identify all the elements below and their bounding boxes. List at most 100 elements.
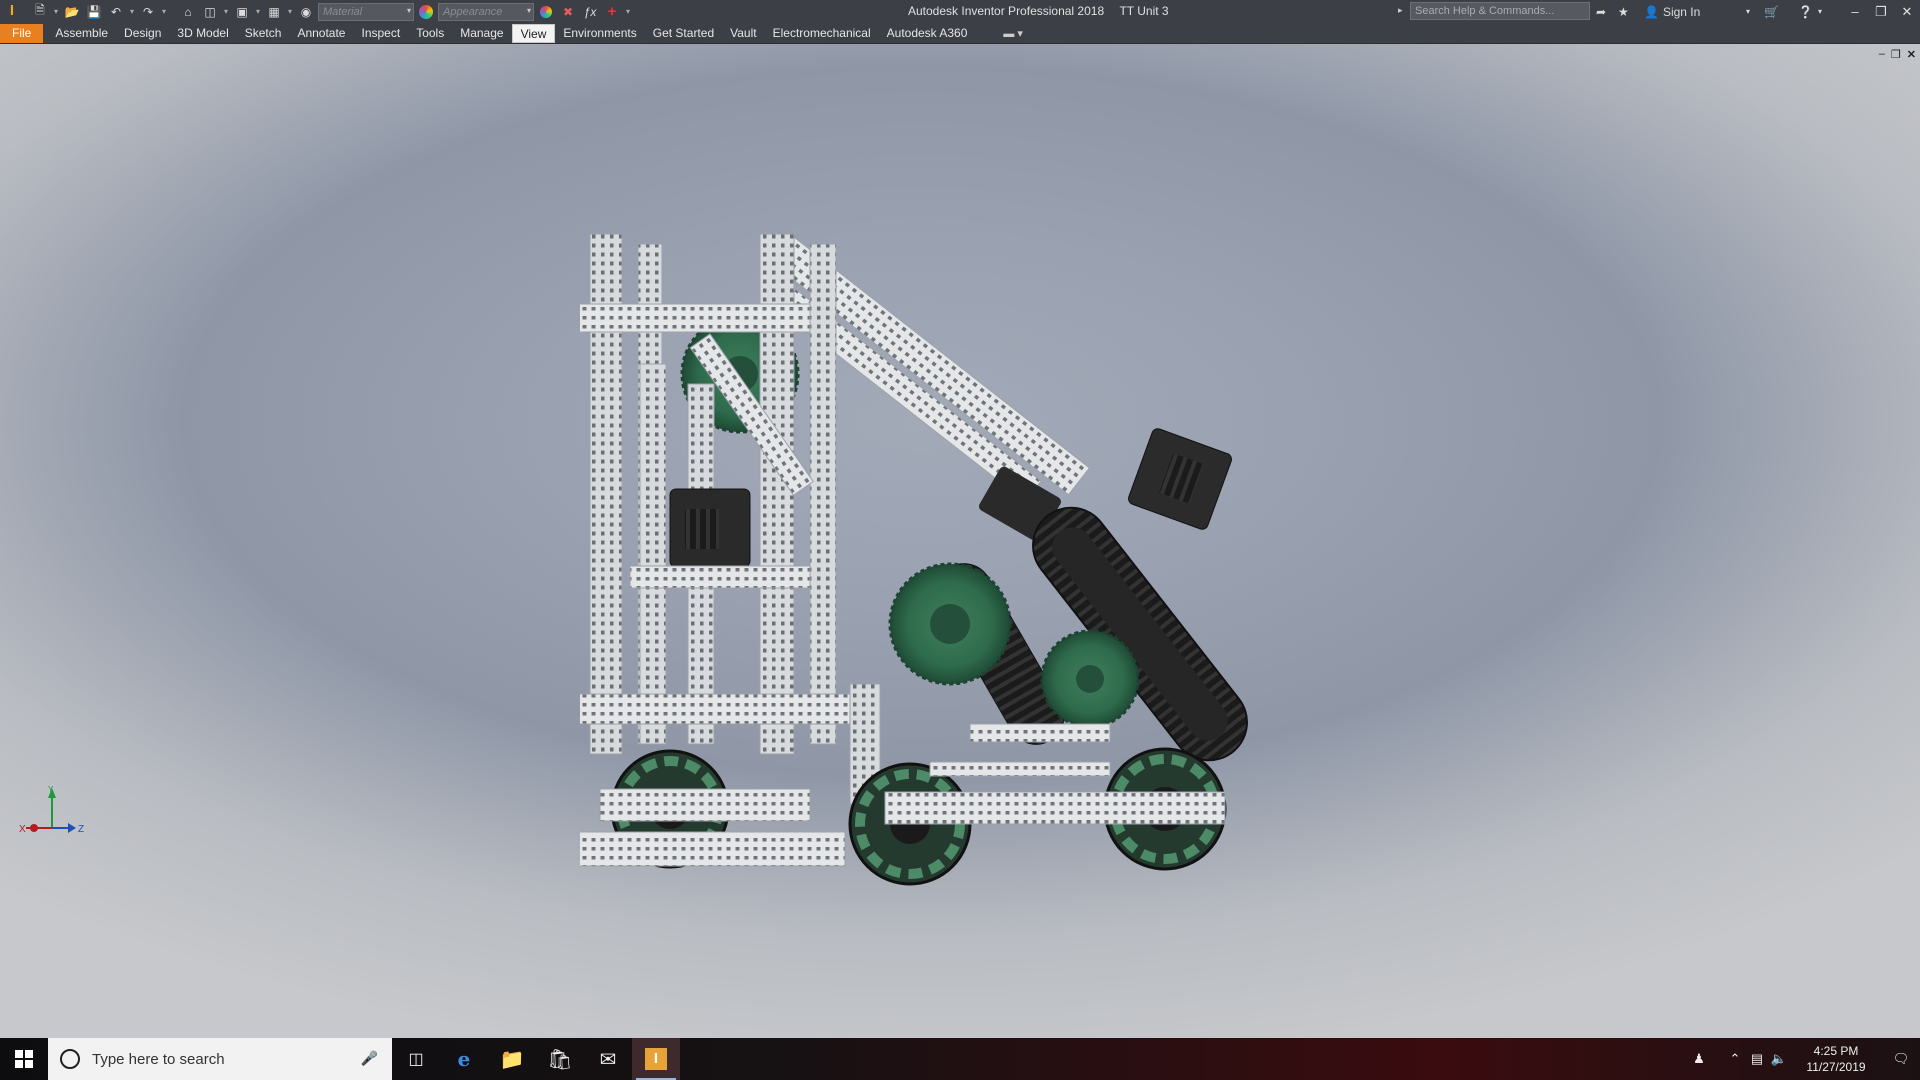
restore-icon[interactable]: ❐ [1868, 0, 1894, 23]
redo-dropdown[interactable]: ▾ [160, 2, 168, 21]
material-combo-label: Material [323, 5, 363, 18]
inventor-logo-icon[interactable]: I [4, 1, 20, 21]
tab-inspect[interactable]: Inspect [353, 24, 408, 43]
tab-get-started[interactable]: Get Started [645, 24, 722, 43]
taskbar-search-box[interactable]: Type here to search 🎤 [48, 1038, 392, 1080]
tab-manage[interactable]: Manage [452, 24, 511, 43]
tab-assemble[interactable]: Assemble [47, 24, 116, 43]
start-button[interactable] [0, 1038, 48, 1080]
select-icon[interactable]: ▣ [232, 2, 252, 21]
robot-assembly-model[interactable] [580, 214, 1320, 904]
appearance-icon[interactable] [416, 2, 436, 21]
new-dropdown[interactable]: ▾ [52, 2, 60, 21]
user-icon: 👤 [1644, 4, 1659, 19]
minimize-icon[interactable]: – [1842, 0, 1868, 23]
volume-icon[interactable]: 🔈 [1768, 1051, 1790, 1067]
window-controls: – ❐ ✕ [1842, 0, 1920, 23]
doc-minimize-icon[interactable]: – [1879, 48, 1885, 61]
adjust-appearance-icon[interactable] [536, 2, 556, 21]
quick-access-toolbar: 🗎 ▾ 📂 💾 ↶ ▾ ↷ ▾ ⌂ ◫ ▾ ▣ ▾ ▦ ▾ ◉ Material… [30, 0, 632, 23]
mic-icon[interactable]: 🎤 [361, 1050, 378, 1067]
notification-icon[interactable]: 🗨 [1882, 1038, 1920, 1080]
open-icon[interactable]: 📂 [62, 2, 82, 21]
redo-icon[interactable]: ↷ [138, 2, 158, 21]
save-icon[interactable]: 💾 [84, 2, 104, 21]
app-name: Autodesk Inventor Professional 2018 [908, 4, 1105, 18]
chassis-rail-middle [599, 788, 811, 822]
fx-icon[interactable]: ƒx [580, 2, 600, 21]
chevron-up-icon[interactable]: ⌃ [1724, 1051, 1746, 1067]
close-icon[interactable]: ✕ [1894, 0, 1920, 23]
ribbon-tab-bar: File Assemble Design 3D Model Sketch Ann… [0, 23, 1920, 44]
customize-dropdown[interactable]: ▾ [624, 2, 632, 21]
x-axis-label: X [19, 824, 26, 835]
exchange-icon[interactable]: ➦ [1596, 0, 1606, 23]
design-doctor-icon[interactable]: ▦ [264, 2, 284, 21]
motor-upper-right [1128, 428, 1232, 530]
select-dropdown[interactable]: ▾ [254, 2, 262, 21]
undo-icon[interactable]: ↶ [106, 2, 126, 21]
tab-3d-model[interactable]: 3D Model [169, 24, 236, 43]
sign-in-label: Sign In [1662, 4, 1701, 19]
tab-autodesk-a360[interactable]: Autodesk A360 [879, 24, 976, 43]
graphics-window[interactable]: – ❐ ✕ X Y Z [0, 44, 1920, 1038]
new-icon[interactable]: 🗎 [30, 2, 50, 21]
color-wheel-icon[interactable]: ◉ [296, 2, 316, 21]
chevron-down-icon: ▾ [526, 5, 531, 15]
y-axis-label: Y [48, 785, 54, 794]
material-combo[interactable]: Material ▾ [318, 2, 414, 21]
chassis-rail-bottom [580, 831, 846, 867]
windows-icon [15, 1050, 33, 1068]
tab-vault[interactable]: Vault [722, 24, 764, 43]
design-doctor-dropdown[interactable]: ▾ [286, 2, 294, 21]
tab-view[interactable]: View [511, 23, 556, 43]
tab-design[interactable]: Design [116, 24, 169, 43]
base-rail-upper [580, 693, 856, 725]
system-tray: ♟ ⌃ ▤ 🔈 4:25 PM 11/27/2019 🗨 [1688, 1038, 1920, 1080]
clear-override-icon[interactable]: ✖ [558, 2, 578, 21]
cart-icon[interactable]: 🛒 [1764, 0, 1779, 23]
tab-electromechanical[interactable]: Electromechanical [765, 24, 879, 43]
edge-icon[interactable]: e [440, 1038, 488, 1080]
z-axis-label: Z [78, 824, 84, 835]
ribbon-display-toggle-icon[interactable]: ▬ ▾ [1003, 27, 1023, 40]
search-expand-icon[interactable]: ▸ [1398, 5, 1403, 16]
tab-sketch[interactable]: Sketch [237, 24, 290, 43]
appearance-combo[interactable]: Appearance ▾ [438, 2, 534, 21]
help-search-input[interactable]: Search Help & Commands... [1410, 2, 1590, 20]
tab-annotate[interactable]: Annotate [289, 24, 353, 43]
add-icon[interactable]: + [602, 2, 622, 21]
store-icon[interactable]: 🛍 [536, 1038, 584, 1080]
chassis-rail-right [884, 791, 1226, 825]
clock-date: 11/27/2019 [1806, 1060, 1866, 1074]
sign-in-button[interactable]: 👤 Sign In [1644, 0, 1700, 23]
tab-environments[interactable]: Environments [555, 24, 644, 43]
windows-taskbar: Type here to search 🎤 ◫ e 📁 🛍 ✉ I ♟ ⌃ ▤ … [0, 1038, 1920, 1080]
clock[interactable]: 4:25 PM 11/27/2019 [1796, 1043, 1876, 1075]
star-icon[interactable]: ★ [1618, 0, 1629, 23]
task-view-icon[interactable]: ◫ [392, 1038, 440, 1080]
update-icon[interactable]: ◫ [200, 2, 220, 21]
mail-icon[interactable]: ✉ [584, 1038, 632, 1080]
top-crossbar [580, 303, 811, 333]
explorer-icon[interactable]: 📁 [488, 1038, 536, 1080]
update-dropdown[interactable]: ▾ [222, 2, 230, 21]
network-icon[interactable]: ▤ [1746, 1051, 1768, 1067]
clock-time: 4:25 PM [1813, 1044, 1859, 1058]
home-icon[interactable]: ⌂ [178, 2, 198, 21]
sign-in-dropdown[interactable]: ▾ [1746, 0, 1750, 23]
help-icon[interactable]: ❔ [1798, 0, 1813, 23]
help-dropdown[interactable]: ▾ [1818, 0, 1822, 23]
doc-close-icon[interactable]: ✕ [1907, 48, 1916, 61]
title-bar: I 🗎 ▾ 📂 💾 ↶ ▾ ↷ ▾ ⌂ ◫ ▾ ▣ ▾ ▦ ▾ ◉ Materi… [0, 0, 1920, 23]
file-tab[interactable]: File [0, 23, 44, 43]
inventor-icon[interactable]: I [632, 1038, 680, 1080]
window-title: Autodesk Inventor Professional 2018 TT U… [908, 4, 1169, 18]
undo-dropdown[interactable]: ▾ [128, 2, 136, 21]
cortana-icon [60, 1049, 80, 1069]
doc-restore-icon[interactable]: ❐ [1891, 48, 1901, 61]
axis-triad: X Y Z [19, 785, 84, 835]
document-window-controls: – ❐ ✕ [1879, 48, 1916, 61]
people-icon[interactable]: ♟ [1688, 1051, 1710, 1067]
tab-tools[interactable]: Tools [408, 24, 452, 43]
